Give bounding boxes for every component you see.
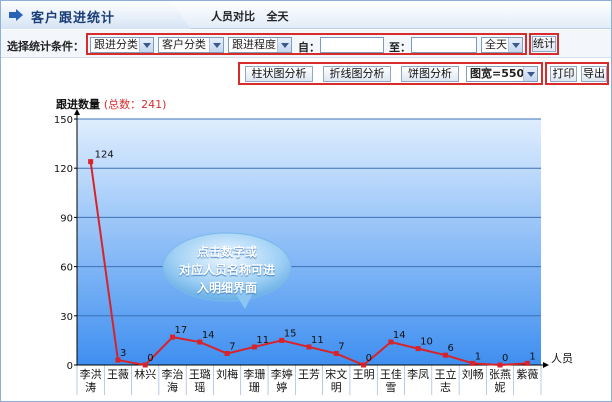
hint-line-1: 点击数字或 bbox=[196, 245, 257, 259]
y-tick-label: 60 bbox=[60, 263, 73, 274]
chart-title: 跟进数量 (总数：241) bbox=[56, 96, 166, 112]
follow-category-select[interactable]: 跟进分类 bbox=[90, 37, 154, 53]
filter-label: 选择统计条件： bbox=[7, 40, 84, 53]
to-date-input[interactable] bbox=[411, 37, 477, 53]
data-label[interactable]: 10 bbox=[420, 337, 433, 348]
follow-level-select[interactable]: 跟进程度 bbox=[228, 37, 292, 53]
x-tick-label[interactable]: 张燕妮 bbox=[489, 368, 511, 394]
x-tick-label[interactable]: 李珊珊 bbox=[243, 367, 265, 394]
x-tick-label[interactable]: 李治海 bbox=[162, 367, 184, 394]
chart-total: (总数：241) bbox=[103, 98, 167, 111]
hint-bubble-text: 点击数字或 对应人员名称可进 入明细界面 bbox=[161, 243, 293, 297]
stat-highlight: 统计 bbox=[529, 33, 559, 55]
chart-width-value: 图宽=550 bbox=[470, 67, 525, 80]
chart-width-select[interactable]: 图宽=550 bbox=[466, 66, 538, 82]
follow-level-value: 跟进程度 bbox=[232, 38, 276, 51]
x-tick-label[interactable]: 王芳 bbox=[298, 367, 320, 381]
chevron-down-icon bbox=[209, 38, 223, 52]
page-title: 客户跟进统计 bbox=[31, 11, 116, 26]
y-tick-label: 30 bbox=[60, 312, 73, 323]
data-label[interactable]: 14 bbox=[202, 330, 215, 341]
y-tick-label: 90 bbox=[60, 213, 73, 224]
chevron-down-icon bbox=[139, 38, 153, 52]
time-range-select[interactable]: 全天 bbox=[481, 37, 523, 53]
app-frame: 客户跟进统计 人员对比 全天 选择统计条件： 跟进分类 客户分类 跟进程度 自：… bbox=[0, 0, 612, 402]
x-tick-label[interactable]: 王佳雪 bbox=[380, 367, 402, 394]
export-button[interactable]: 导出 bbox=[581, 66, 607, 82]
hint-line-2: 对应人员名称可进 bbox=[178, 263, 275, 277]
pie-chart-button[interactable]: 饼图分析 bbox=[401, 66, 459, 82]
x-tick-label[interactable]: 李凤 bbox=[407, 367, 429, 381]
data-point bbox=[88, 159, 94, 165]
time-range-value: 全天 bbox=[485, 38, 507, 51]
x-tick-label[interactable]: 王薇 bbox=[107, 368, 129, 381]
y-tick-label: 120 bbox=[54, 164, 73, 175]
data-label[interactable]: 1 bbox=[475, 351, 481, 362]
from-label: 自： bbox=[298, 41, 320, 54]
filter-row: 选择统计条件： 跟进分类 客户分类 跟进程度 自： 至： 全天 统计 bbox=[1, 30, 611, 58]
y-tick-label: 150 bbox=[54, 115, 73, 126]
filter-highlight: 跟进分类 客户分类 跟进程度 自： 至： 全天 bbox=[86, 33, 527, 55]
data-label[interactable]: 6 bbox=[447, 343, 453, 354]
chart-title-text: 跟进数量 bbox=[56, 98, 100, 111]
data-label[interactable]: 3 bbox=[120, 348, 126, 359]
data-label[interactable]: 0 bbox=[366, 353, 372, 364]
chevron-down-icon bbox=[277, 38, 291, 52]
data-label[interactable]: 1 bbox=[529, 351, 535, 362]
action-highlight: 打印 导出 bbox=[545, 62, 609, 85]
x-tick-label[interactable]: 王立志 bbox=[434, 367, 456, 394]
chart-area: 人员 0 30 60 90 120 150 124 3 0 17 14 7 11 15 11 7 0 14 10 6 1… bbox=[1, 89, 611, 401]
follow-category-value: 跟进分类 bbox=[94, 38, 138, 51]
x-tick-label[interactable]: 宋文明 bbox=[325, 367, 347, 394]
x-tick-label[interactable]: 李婷婷 bbox=[271, 367, 293, 394]
to-label: 至： bbox=[389, 41, 411, 54]
from-date-input[interactable] bbox=[320, 37, 384, 53]
data-label[interactable]: 124 bbox=[95, 150, 114, 161]
x-axis-arrow bbox=[543, 362, 549, 368]
x-tick-label[interactable]: 李洪涛 bbox=[80, 367, 102, 394]
x-tick-label[interactable]: 刘梅 bbox=[216, 367, 238, 381]
x-tick-label[interactable]: 林兴 bbox=[134, 367, 156, 381]
customer-category-value: 客户分类 bbox=[162, 38, 206, 51]
bar-chart-button[interactable]: 柱状图分析 bbox=[245, 66, 313, 82]
customer-category-select[interactable]: 客户分类 bbox=[158, 37, 224, 53]
data-label[interactable]: 7 bbox=[229, 342, 235, 353]
x-tick-label[interactable]: 王明 bbox=[353, 368, 375, 381]
page-subtitle: 人员对比 全天 bbox=[211, 10, 289, 23]
line-chart-button[interactable]: 折线图分析 bbox=[323, 66, 391, 82]
x-tick-label[interactable]: 紫薇 bbox=[516, 368, 538, 381]
x-tick-label[interactable]: 刘畅 bbox=[462, 367, 484, 381]
analysis-highlight: 柱状图分析 折线图分析 饼图分析 图宽=550 bbox=[238, 62, 543, 85]
data-label[interactable]: 7 bbox=[338, 342, 344, 353]
data-label[interactable]: 11 bbox=[256, 335, 269, 346]
x-tick-label[interactable]: 王璐瑶 bbox=[189, 367, 211, 394]
data-label[interactable]: 17 bbox=[175, 325, 188, 336]
data-label[interactable]: 11 bbox=[311, 335, 324, 346]
chevron-down-icon bbox=[523, 67, 537, 81]
line-chart: 人员0306090120150 1243 017 14711151170141061… bbox=[54, 109, 573, 395]
chevron-down-icon bbox=[508, 38, 522, 52]
data-label[interactable]: 0 bbox=[147, 353, 153, 364]
y-tick-label: 0 bbox=[67, 361, 73, 372]
header-bar: 客户跟进统计 人员对比 全天 bbox=[1, 1, 611, 29]
data-label[interactable]: 14 bbox=[393, 330, 406, 341]
stat-button[interactable]: 统计 bbox=[532, 36, 556, 52]
data-label[interactable]: 0 bbox=[502, 353, 508, 364]
plot-background bbox=[77, 119, 541, 365]
chart-toolbar: 柱状图分析 折线图分析 饼图分析 图宽=550 打印 导出 bbox=[1, 59, 611, 89]
arrow-right-icon bbox=[9, 9, 23, 21]
hint-line-3: 入明细界面 bbox=[196, 281, 257, 295]
print-button[interactable]: 打印 bbox=[550, 66, 577, 82]
x-axis-label: 人员 bbox=[551, 352, 573, 365]
data-label[interactable]: 15 bbox=[284, 328, 297, 339]
